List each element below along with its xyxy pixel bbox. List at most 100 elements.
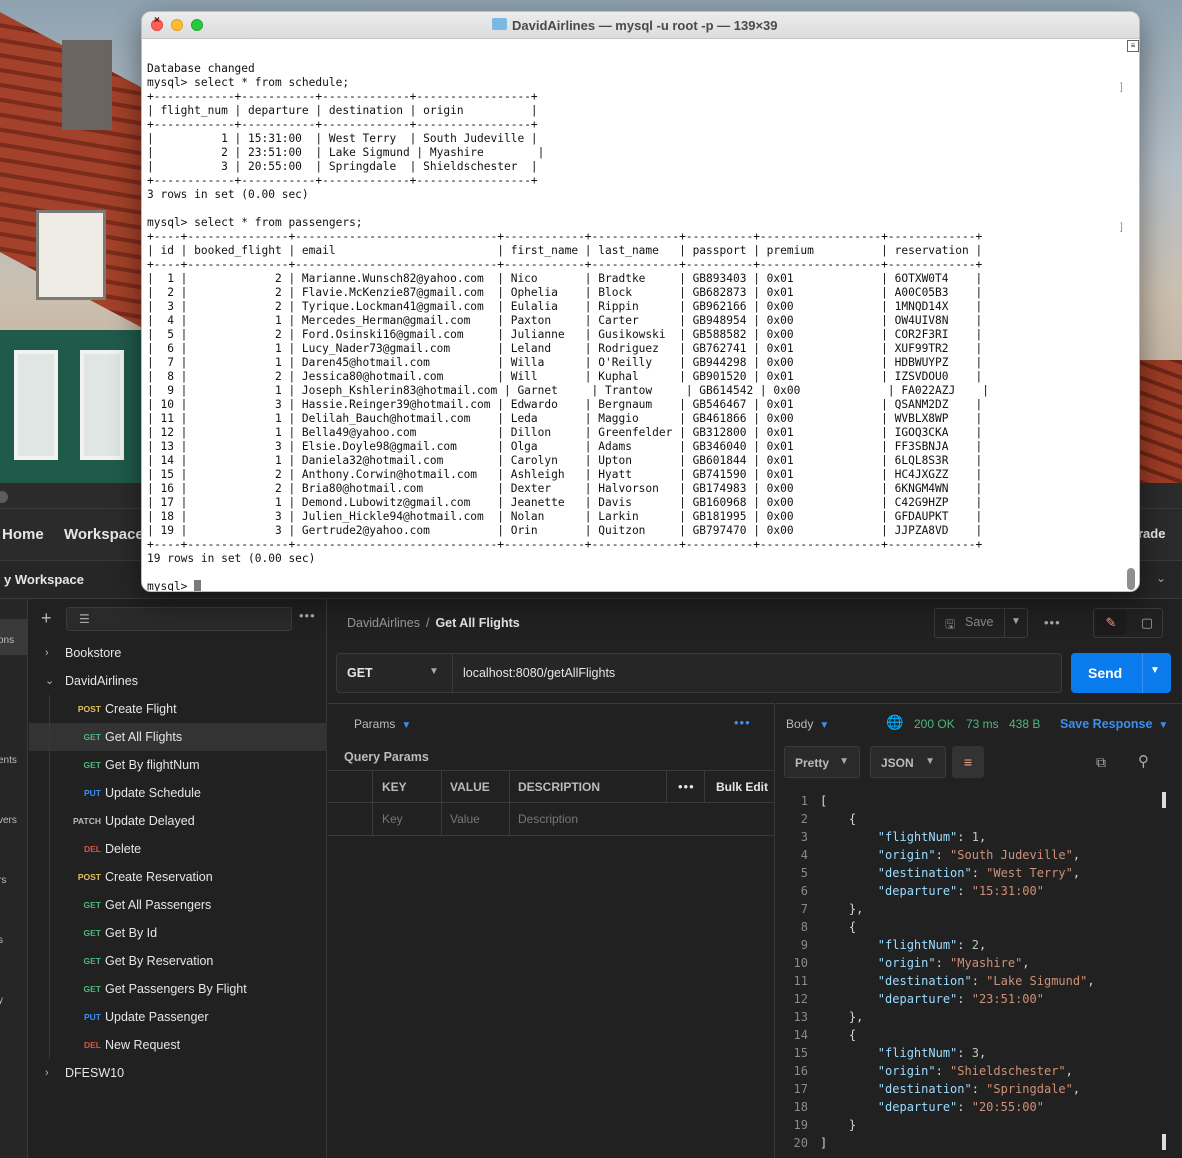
request-item[interactable]: PUT Update Passenger [29, 1003, 327, 1031]
terminal-line: +----+---------------+------------------… [147, 538, 983, 551]
comment-icon[interactable]: ▢ [1132, 611, 1162, 635]
language-label: JSON [881, 756, 914, 770]
pencil-icon[interactable]: ✎ [1096, 611, 1126, 635]
code-token: , [1022, 956, 1030, 970]
code-token: } [820, 1118, 857, 1132]
terminal-output[interactable]: Database changed mysql> select * from sch… [147, 41, 1127, 591]
code-line: 12 "departure": "23:51:00" [776, 990, 1156, 1008]
request-item[interactable]: PUT Update Schedule [29, 779, 327, 807]
send-button[interactable]: Send ▼ [1071, 653, 1171, 693]
code-token: : [957, 1100, 972, 1114]
minimize-button[interactable] [171, 19, 183, 31]
tab-body[interactable]: Body ▼ [786, 717, 829, 731]
terminal-line: | id | booked_flight | email | first_nam… [147, 244, 983, 257]
scrollbar[interactable] [1127, 568, 1135, 590]
language-select[interactable]: JSON ▼ [870, 746, 946, 778]
chevron-down-icon[interactable]: ⌄ [45, 667, 54, 695]
chevron-right-icon[interactable]: › [45, 639, 49, 667]
search-icon[interactable]: ⚲ [1138, 752, 1149, 770]
save-response-button[interactable]: Save Response ▼ [1060, 717, 1168, 731]
collection-item[interactable]: › DFESW10 [29, 1059, 327, 1087]
globe-icon[interactable]: 🌐 [886, 714, 903, 731]
code-line: 8 { [776, 918, 1156, 936]
copy-icon[interactable]: ⧉ [1096, 754, 1106, 771]
chevron-down-icon[interactable]: ▼ [1011, 616, 1021, 627]
collection-item[interactable]: ⌄ DavidAirlines [29, 667, 327, 695]
more-icon[interactable]: ••• [678, 779, 695, 794]
status-code[interactable]: 200 OK [914, 717, 955, 731]
key-input[interactable]: Key [382, 812, 403, 826]
terminal-line: | 19 | 3 | Gertrude2@yahoo.com | Orin | … [147, 524, 983, 537]
rail-history[interactable]: y [0, 995, 3, 1006]
code-token: 1 [971, 830, 979, 844]
code-token: : [957, 830, 972, 844]
request-item[interactable]: GET Get Passengers By Flight [29, 975, 327, 1003]
request-item[interactable]: GET Get All Flights [29, 723, 327, 751]
line-number: 18 [793, 1100, 808, 1114]
zoom-button[interactable] [191, 19, 203, 31]
terminal-line: | 1 | 2 | Marianne.Wunsch82@yahoo.com | … [147, 272, 983, 285]
request-item[interactable]: POST Create Flight [29, 695, 327, 723]
tree-guide-line [49, 891, 50, 919]
line-number: 14 [793, 1028, 808, 1042]
code-token: , [1087, 974, 1095, 988]
method-badge: GET [83, 900, 101, 910]
rail-monitors[interactable]: rs [0, 875, 6, 886]
rail-environments[interactable]: ents [0, 755, 17, 766]
scrollbar[interactable] [1162, 1134, 1166, 1150]
window-control[interactable] [0, 491, 8, 503]
wrap-lines-icon[interactable]: ≡ [952, 746, 984, 778]
tab-params[interactable]: Params ▼ [354, 717, 411, 731]
request-item[interactable]: PATCH Update Delayed [29, 807, 327, 835]
request-item[interactable]: DEL New Request [29, 1031, 327, 1059]
format-select[interactable]: Pretty ▼ [784, 746, 860, 778]
more-icon[interactable]: ••• [299, 608, 316, 623]
terminal-line: | 7 | 1 | Daren45@hotmail.com | Willa | … [147, 356, 983, 369]
plus-icon[interactable]: + [41, 608, 52, 629]
request-item[interactable]: GET Get By flightNum [29, 751, 327, 779]
filter-input[interactable]: ☰ [66, 607, 292, 631]
chevron-right-icon[interactable]: › [45, 1059, 49, 1087]
rail-collections[interactable]: ons [0, 635, 14, 646]
breadcrumb-collection[interactable]: DavidAirlines [347, 616, 420, 630]
request-item[interactable]: DEL Delete [29, 835, 327, 863]
nav-home[interactable]: Home [2, 526, 44, 543]
nav-workspaces[interactable]: Workspaces [64, 526, 152, 543]
chevron-down-icon[interactable]: ▼ [1150, 665, 1160, 676]
breadcrumb-request[interactable]: Get All Flights [435, 616, 519, 630]
value-input[interactable]: Value [450, 812, 480, 826]
collection-item[interactable]: › Bookstore [29, 639, 327, 667]
breadcrumb: DavidAirlines / Get All Flights [347, 616, 520, 630]
description-input[interactable]: Description [518, 812, 578, 826]
rail-flows[interactable]: s [0, 935, 3, 946]
rail-mock-servers[interactable]: vers [0, 815, 17, 826]
code-line: 19 } [776, 1116, 1156, 1134]
code-line: 16 "origin": "Shieldschester", [776, 1062, 1156, 1080]
sidebar-toggle-icon[interactable]: ≡ [1127, 40, 1139, 52]
response-size[interactable]: 438 B [1009, 717, 1040, 731]
response-time[interactable]: 73 ms [966, 717, 999, 731]
code-token: , [978, 830, 987, 844]
terminal-line: | 16 | 2 | Bria80@hotmail.com | Dexter |… [147, 482, 983, 495]
line-number: 9 [800, 938, 808, 952]
terminal-window[interactable]: × DavidAirlines — mysql -u root -p — 139… [141, 11, 1140, 592]
bulk-edit-button[interactable]: Bulk Edit [716, 780, 768, 794]
chevron-down-icon[interactable]: ⌄ [1156, 571, 1166, 585]
workspace-name[interactable]: y Workspace [4, 572, 84, 587]
scrollbar[interactable] [1162, 792, 1166, 808]
more-icon[interactable]: ••• [734, 715, 751, 730]
request-item[interactable]: GET Get By Id [29, 919, 327, 947]
upgrade-button[interactable]: rade [1138, 526, 1165, 541]
request-item[interactable]: POST Create Reservation [29, 863, 327, 891]
request-item[interactable]: GET Get By Reservation [29, 947, 327, 975]
more-icon[interactable]: ••• [1044, 615, 1061, 630]
terminal-line: | 15 | 2 | Anthony.Corwin@hotmail.com | … [147, 468, 983, 481]
response-body-viewer[interactable]: 1[2 {3 "flightNum": 1, 4 "origin": "South… [776, 788, 1182, 1158]
url-input[interactable]: localhost:8080/getAllFlights [463, 666, 615, 680]
request-item[interactable]: GET Get All Passengers [29, 891, 327, 919]
save-button[interactable]: 🖫 Save ▼ [934, 608, 1028, 638]
method-select[interactable]: GET ▼ [337, 654, 453, 692]
request-label: New Request [105, 1038, 181, 1052]
wallpaper-window [80, 350, 124, 460]
